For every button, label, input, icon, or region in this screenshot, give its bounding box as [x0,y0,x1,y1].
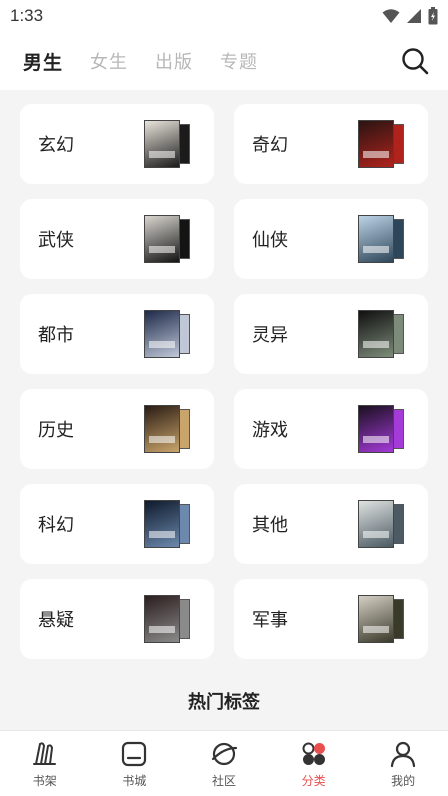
book-cover-stack [358,215,404,263]
book-cover-stack [144,595,190,643]
tab-topics[interactable]: 专题 [220,48,258,74]
category-label: 科幻 [38,515,74,536]
book-cover-stack [144,500,190,548]
book-cover [144,500,180,548]
category-card[interactable]: 仙侠 [234,199,428,279]
book-cover [144,595,180,643]
status-time: 1:33 [10,6,44,25]
community-icon [211,742,238,766]
category-card[interactable]: 历史 [20,389,214,469]
book-cover-stack [144,215,190,263]
hot-tags-title: 热门标签 [188,692,260,713]
category-label: 灵异 [252,325,288,346]
category-card[interactable]: 科幻 [20,484,214,564]
book-cover-stack [144,120,190,168]
nav-label: 分类 [301,774,326,788]
nav-category[interactable]: 分类 [269,731,359,796]
category-label: 游戏 [252,420,288,441]
category-grid: 玄幻 奇幻武侠 仙侠都市 灵异历史 游戏科幻 其他悬疑 军事 [20,104,428,659]
book-cover [358,120,394,168]
book-cover [358,500,394,548]
tab-male[interactable]: 男生 [23,48,63,75]
category-label: 历史 [38,420,74,441]
wifi-icon [382,9,400,23]
category-label: 军事 [252,610,288,631]
nav-bookshelf[interactable]: 书架 [0,731,90,796]
bookstore-icon [122,741,147,767]
book-cover-stack [358,405,404,453]
book-cover-stack [144,405,190,453]
book-cover-stack [358,500,404,548]
signal-icon [407,9,421,23]
category-card[interactable]: 悬疑 [20,579,214,659]
category-card[interactable]: 奇幻 [234,104,428,184]
category-card[interactable]: 灵异 [234,294,428,374]
tab-female[interactable]: 女生 [90,48,128,74]
status-bar: 1:33 [0,0,448,32]
category-label: 都市 [38,325,74,346]
book-cover [144,310,180,358]
category-card[interactable]: 玄幻 [20,104,214,184]
book-cover [358,310,394,358]
bottom-nav: 书架 书城 社区 分类 我的 [0,730,448,796]
top-nav: 男生 女生 出版 专题 [0,32,448,90]
book-cover-stack [358,120,404,168]
nav-label: 书架 [32,774,57,788]
book-cover-stack [144,310,190,358]
category-label: 仙侠 [252,230,288,251]
book-cover [358,405,394,453]
category-card[interactable]: 都市 [20,294,214,374]
category-card[interactable]: 游戏 [234,389,428,469]
category-card[interactable]: 武侠 [20,199,214,279]
category-card[interactable]: 军事 [234,579,428,659]
nav-profile[interactable]: 我的 [358,731,448,796]
book-cover-stack [358,595,404,643]
bookshelf-icon [32,742,56,765]
tab-publish[interactable]: 出版 [155,48,193,74]
category-label: 奇幻 [252,135,288,156]
category-label: 其他 [252,515,288,536]
status-icons [382,7,438,25]
book-cover-stack [358,310,404,358]
book-cover [358,595,394,643]
book-cover [358,215,394,263]
book-cover [144,215,180,263]
category-card[interactable]: 其他 [234,484,428,564]
nav-bookstore[interactable]: 书城 [90,731,180,796]
nav-label: 书城 [122,774,147,788]
book-cover [144,405,180,453]
battery-icon [428,7,438,25]
nav-label: 社区 [211,774,236,788]
category-icon [302,742,325,765]
book-cover [144,120,180,168]
category-label: 玄幻 [38,135,74,156]
category-label: 悬疑 [38,610,74,631]
category-label: 武侠 [38,230,74,251]
profile-icon [391,741,416,768]
search-icon[interactable] [400,46,430,76]
nav-label: 我的 [391,774,416,788]
nav-community[interactable]: 社区 [179,731,269,796]
